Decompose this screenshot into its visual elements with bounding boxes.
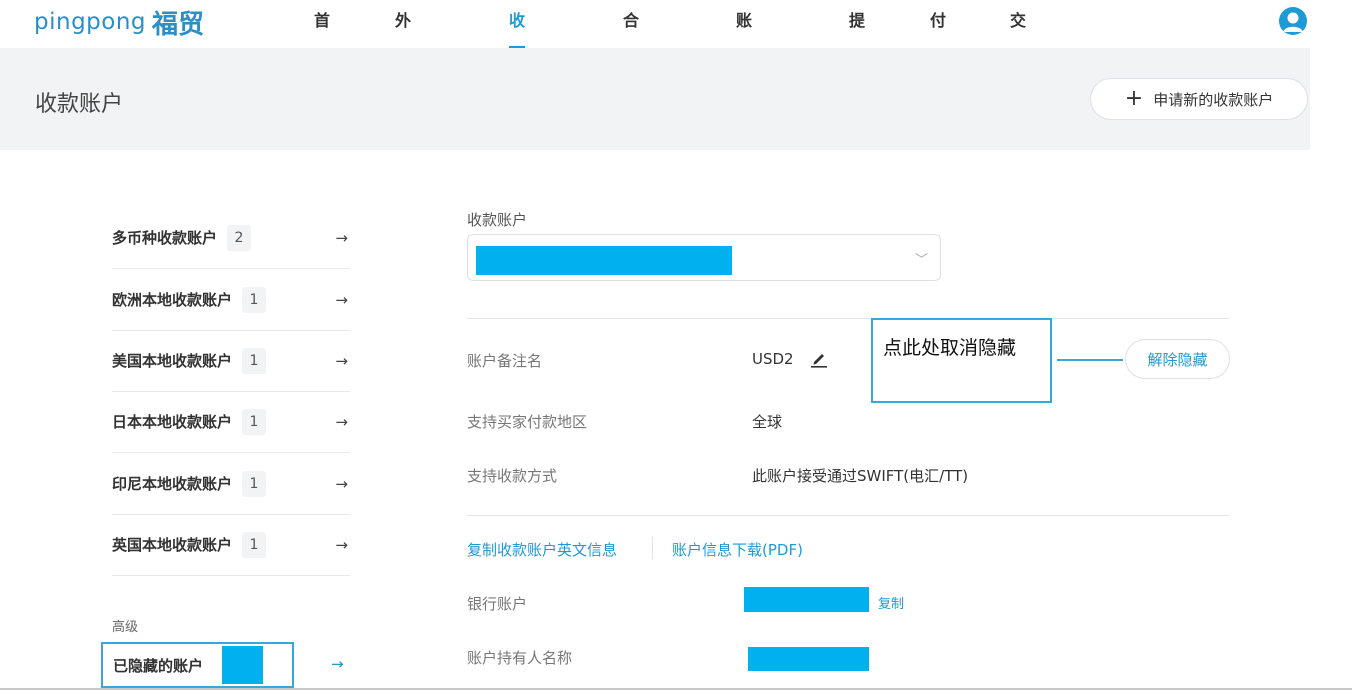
redacted-count-box bbox=[222, 646, 263, 684]
nav-bill-management[interactable]: 账单管理 bbox=[736, 0, 752, 156]
chevron-down-icon: ﹀ bbox=[914, 253, 928, 268]
user-avatar-icon[interactable] bbox=[1279, 7, 1307, 35]
nav-withdraw[interactable]: 提现 bbox=[849, 0, 865, 72]
account-select[interactable]: ﹀ bbox=[467, 234, 941, 281]
arrow-right-icon: → bbox=[335, 412, 348, 431]
method-value: 此账户接受通过SWIFT(电汇/TT) bbox=[752, 467, 969, 485]
link-separator bbox=[652, 537, 653, 559]
annotation-connector-line bbox=[1057, 359, 1123, 361]
account-select-label: 收款账户 bbox=[467, 211, 528, 229]
sidebar-item-label: 美国本地收款账户 bbox=[112, 352, 233, 370]
pingpong-logo[interactable]: pingpong 福贸 bbox=[34, 4, 204, 40]
region-value: 全球 bbox=[752, 413, 783, 431]
method-label: 支持收款方式 bbox=[467, 467, 558, 485]
sidebar-item-uk[interactable]: 英国本地收款账户 1 → bbox=[112, 514, 350, 576]
divider bbox=[467, 515, 1229, 516]
count-badge: 1 bbox=[242, 408, 267, 435]
sidebar-section-advanced: 高级 bbox=[112, 620, 139, 635]
edit-pencil-icon[interactable] bbox=[811, 350, 827, 368]
nav-transaction-query[interactable]: 交易查询 bbox=[1010, 0, 1026, 156]
nav-contract-orders[interactable]: 合同订单 bbox=[623, 0, 639, 156]
nav-collection-accounts[interactable]: 收款账户 bbox=[509, 0, 526, 156]
sidebar-item-label: 欧洲本地收款账户 bbox=[112, 291, 233, 309]
count-badge: 1 bbox=[242, 531, 267, 558]
copy-bank-account-link[interactable]: 复制 bbox=[878, 593, 904, 612]
sidebar-item-indonesia[interactable]: 印尼本地收款账户 1 → bbox=[112, 453, 350, 515]
sidebar-item-label: 多币种收款账户 bbox=[112, 229, 218, 247]
count-badge: 1 bbox=[242, 286, 267, 313]
sidebar-item-label: 英国本地收款账户 bbox=[112, 536, 233, 554]
redacted-holder-name bbox=[748, 647, 869, 671]
sidebar-item-hidden-accounts[interactable]: 已隐藏的账户 bbox=[101, 642, 294, 688]
unhide-button[interactable]: 解除隐藏 bbox=[1125, 339, 1230, 379]
sidebar-item-label: 日本本地收款账户 bbox=[112, 413, 233, 431]
redacted-account-name bbox=[476, 246, 732, 275]
page-header: 收款账户 + 申请新的收款账户 bbox=[0, 48, 1310, 150]
region-label: 支持买家付款地区 bbox=[467, 413, 588, 431]
arrow-right-icon: → bbox=[335, 351, 348, 370]
download-pdf-link[interactable]: 账户信息下载(PDF) bbox=[672, 539, 803, 560]
arrow-right-icon: → bbox=[335, 474, 348, 493]
bank-account-label: 银行账户 bbox=[467, 595, 528, 613]
plus-icon: + bbox=[1124, 86, 1144, 111]
page-title: 收款账户 bbox=[35, 92, 124, 117]
sidebar-item-multi-currency[interactable]: 多币种收款账户 2 → bbox=[112, 207, 350, 269]
logo-text-en: pingpong bbox=[34, 9, 147, 35]
count-badge: 1 bbox=[242, 470, 267, 497]
top-nav-bar: pingpong 福贸 首页 外贸收款 收款账户 合同订单 账单管理 提现 付款… bbox=[0, 0, 1352, 156]
sidebar-item-europe[interactable]: 欧洲本地收款账户 1 → bbox=[112, 269, 350, 331]
copy-en-info-link[interactable]: 复制收款账户英文信息 bbox=[467, 539, 617, 560]
arrow-right-icon: → bbox=[335, 290, 348, 309]
arrow-right-icon: → bbox=[335, 228, 348, 247]
annotation-callout: 点此处取消隐藏 bbox=[871, 318, 1052, 403]
sidebar-item-label: 已隐藏的账户 bbox=[113, 656, 204, 675]
apply-new-account-button[interactable]: + 申请新的收款账户 bbox=[1090, 78, 1308, 120]
remark-value: USD2 bbox=[752, 350, 794, 368]
divider bbox=[467, 318, 1229, 319]
sidebar-item-label: 印尼本地收款账户 bbox=[112, 475, 233, 493]
count-badge: 2 bbox=[227, 224, 252, 251]
sidebar-item-us[interactable]: 美国本地收款账户 1 → bbox=[112, 330, 350, 392]
holder-label: 账户持有人名称 bbox=[467, 649, 573, 667]
nav-trade-collection[interactable]: 外贸收款 bbox=[395, 0, 411, 156]
nav-home[interactable]: 首页 bbox=[314, 0, 330, 72]
apply-new-account-label: 申请新的收款账户 bbox=[1153, 90, 1274, 109]
nav-payment[interactable]: 付款 bbox=[930, 0, 946, 72]
count-badge: 1 bbox=[242, 347, 267, 374]
sidebar-item-japan[interactable]: 日本本地收款账户 1 → bbox=[112, 391, 350, 453]
remark-label: 账户备注名 bbox=[467, 352, 543, 370]
arrow-right-icon[interactable]: → bbox=[331, 655, 344, 673]
arrow-right-icon: → bbox=[335, 535, 348, 554]
redacted-bank-account bbox=[744, 587, 869, 612]
logo-text-cn: 福贸 bbox=[152, 9, 205, 40]
